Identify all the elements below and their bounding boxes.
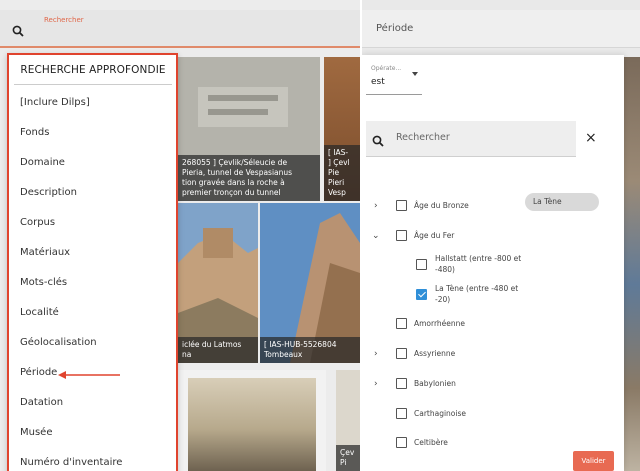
period-header: Période bbox=[362, 10, 640, 48]
chevron-right-icon[interactable]: › bbox=[374, 200, 384, 212]
pointer-arrow-icon bbox=[58, 371, 120, 379]
tree-label: Carthaginoise bbox=[414, 409, 466, 418]
checkbox[interactable] bbox=[396, 230, 407, 241]
checkbox[interactable] bbox=[396, 408, 407, 419]
tree-label: Babylonien bbox=[414, 379, 456, 388]
checkbox[interactable] bbox=[416, 259, 427, 270]
thumbnail-caption: [ IAS-HUB-5526804 Tombeaux bbox=[260, 337, 360, 363]
menu-title: RECHERCHE APPROFONDIE bbox=[14, 55, 172, 85]
advanced-search-menu: RECHERCHE APPROFONDIE [Inclure Dilps] Fo… bbox=[7, 53, 178, 471]
tree-label: Assyrienne bbox=[414, 349, 456, 358]
menu-item-localite[interactable]: Localité bbox=[20, 306, 59, 320]
right-panel: Période Opérate... est Rechercher × La T… bbox=[362, 0, 640, 471]
tree-label: Celtibère bbox=[414, 438, 448, 447]
checkbox[interactable] bbox=[396, 437, 407, 448]
menu-item-musee[interactable]: Musée bbox=[20, 426, 52, 440]
menu-item-periode[interactable]: Période bbox=[20, 366, 57, 380]
chevron-right-icon[interactable]: › bbox=[374, 348, 384, 360]
tree-row-celtibere: Celtibère bbox=[362, 436, 602, 452]
tree-row-assyrienne: › Assyrienne bbox=[362, 347, 602, 363]
background-thumbnails bbox=[624, 57, 640, 471]
submit-button[interactable]: Valider bbox=[573, 451, 614, 471]
menu-item-materiaux[interactable]: Matériaux bbox=[20, 246, 70, 260]
result-thumbnail[interactable] bbox=[178, 370, 326, 471]
tree-row-carthaginoise: Carthaginoise bbox=[362, 407, 602, 423]
period-search-placeholder: Rechercher bbox=[396, 132, 450, 143]
tree-row-hallstatt: Hallstatt (entre -800 et -480) bbox=[362, 253, 602, 279]
checkbox[interactable] bbox=[396, 378, 407, 389]
operator-select[interactable]: Opérate... est bbox=[366, 59, 422, 95]
menu-item-description[interactable]: Description bbox=[20, 186, 77, 200]
menu-item-geolocalisation[interactable]: Géolocalisation bbox=[20, 336, 97, 350]
result-thumbnail[interactable]: Çev Pi bbox=[336, 370, 360, 471]
selected-chip[interactable]: La Tène bbox=[525, 193, 599, 211]
checkbox-checked[interactable] bbox=[416, 289, 427, 300]
tree-row-age-du-bronze: › Âge du Bronze bbox=[362, 199, 522, 215]
result-thumbnail[interactable]: [ IAS-HUB-5526804 Tombeaux bbox=[260, 203, 360, 363]
result-thumbnail[interactable]: iclée du Latmos na bbox=[178, 203, 258, 363]
left-search-placeholder: Rechercher bbox=[44, 16, 84, 24]
result-thumbnail[interactable]: 268055 ] Çevlik/Séleucie de Pieria, tunn… bbox=[178, 57, 320, 201]
result-thumbnail[interactable]: [ IAS- ] Çevl Pie Pieri Vesp bbox=[324, 57, 360, 201]
left-panel: Rechercher 268055 ] Çevlik/Séleucie de P… bbox=[0, 0, 360, 471]
checkbox[interactable] bbox=[396, 200, 407, 211]
thumbnail-caption: [ IAS- ] Çevl Pie Pieri Vesp bbox=[324, 145, 360, 201]
tree-row-amorrheenne: Amorrhéenne bbox=[362, 317, 602, 333]
operator-label: Opérate... bbox=[371, 65, 402, 72]
checkbox[interactable] bbox=[396, 318, 407, 329]
tree-row-la-tene: La Tène (entre -480 et -20) bbox=[362, 283, 602, 309]
operator-value: est bbox=[371, 77, 385, 87]
period-filter-dialog: Opérate... est Rechercher × La Tène › Âg… bbox=[362, 55, 624, 471]
chevron-down-icon[interactable]: ⌄ bbox=[372, 230, 382, 242]
tree-label: Âge du Bronze bbox=[414, 201, 469, 210]
tree-label: Âge du Fer bbox=[414, 231, 455, 240]
search-icon bbox=[12, 22, 24, 41]
period-search-input[interactable]: Rechercher bbox=[366, 121, 576, 157]
left-search-bar[interactable]: Rechercher bbox=[0, 10, 360, 48]
checkbox[interactable] bbox=[396, 348, 407, 359]
thumbnail-caption: 268055 ] Çevlik/Séleucie de Pieria, tunn… bbox=[178, 155, 320, 201]
thumbnail-caption: Çev Pi bbox=[336, 445, 360, 471]
chevron-down-icon bbox=[412, 72, 418, 76]
menu-item-mots-cles[interactable]: Mots-clés bbox=[20, 276, 67, 290]
menu-item-datation[interactable]: Datation bbox=[20, 396, 63, 410]
search-icon bbox=[372, 132, 384, 151]
chevron-right-icon[interactable]: › bbox=[374, 378, 384, 390]
tree-label: Amorrhéenne bbox=[414, 319, 466, 328]
tree-label: Hallstatt (entre -800 et -480) bbox=[435, 254, 522, 274]
tree-row-age-du-fer: ⌄ Âge du Fer bbox=[362, 229, 602, 245]
old-photograph-image bbox=[188, 378, 316, 471]
close-icon[interactable]: × bbox=[585, 131, 597, 145]
tree-label: La Tène (entre -480 et -20) bbox=[435, 284, 519, 304]
period-header-title: Période bbox=[376, 23, 414, 34]
menu-item-corpus[interactable]: Corpus bbox=[20, 216, 55, 230]
menu-item-numero-inventaire[interactable]: Numéro d'inventaire bbox=[20, 456, 122, 470]
tree-row-babylonien: › Babylonien bbox=[362, 377, 602, 393]
menu-item-inclure-dilps[interactable]: [Inclure Dilps] bbox=[20, 96, 90, 110]
menu-item-fonds[interactable]: Fonds bbox=[20, 126, 49, 140]
menu-item-domaine[interactable]: Domaine bbox=[20, 156, 65, 170]
thumbnail-caption: iclée du Latmos na bbox=[178, 337, 258, 363]
